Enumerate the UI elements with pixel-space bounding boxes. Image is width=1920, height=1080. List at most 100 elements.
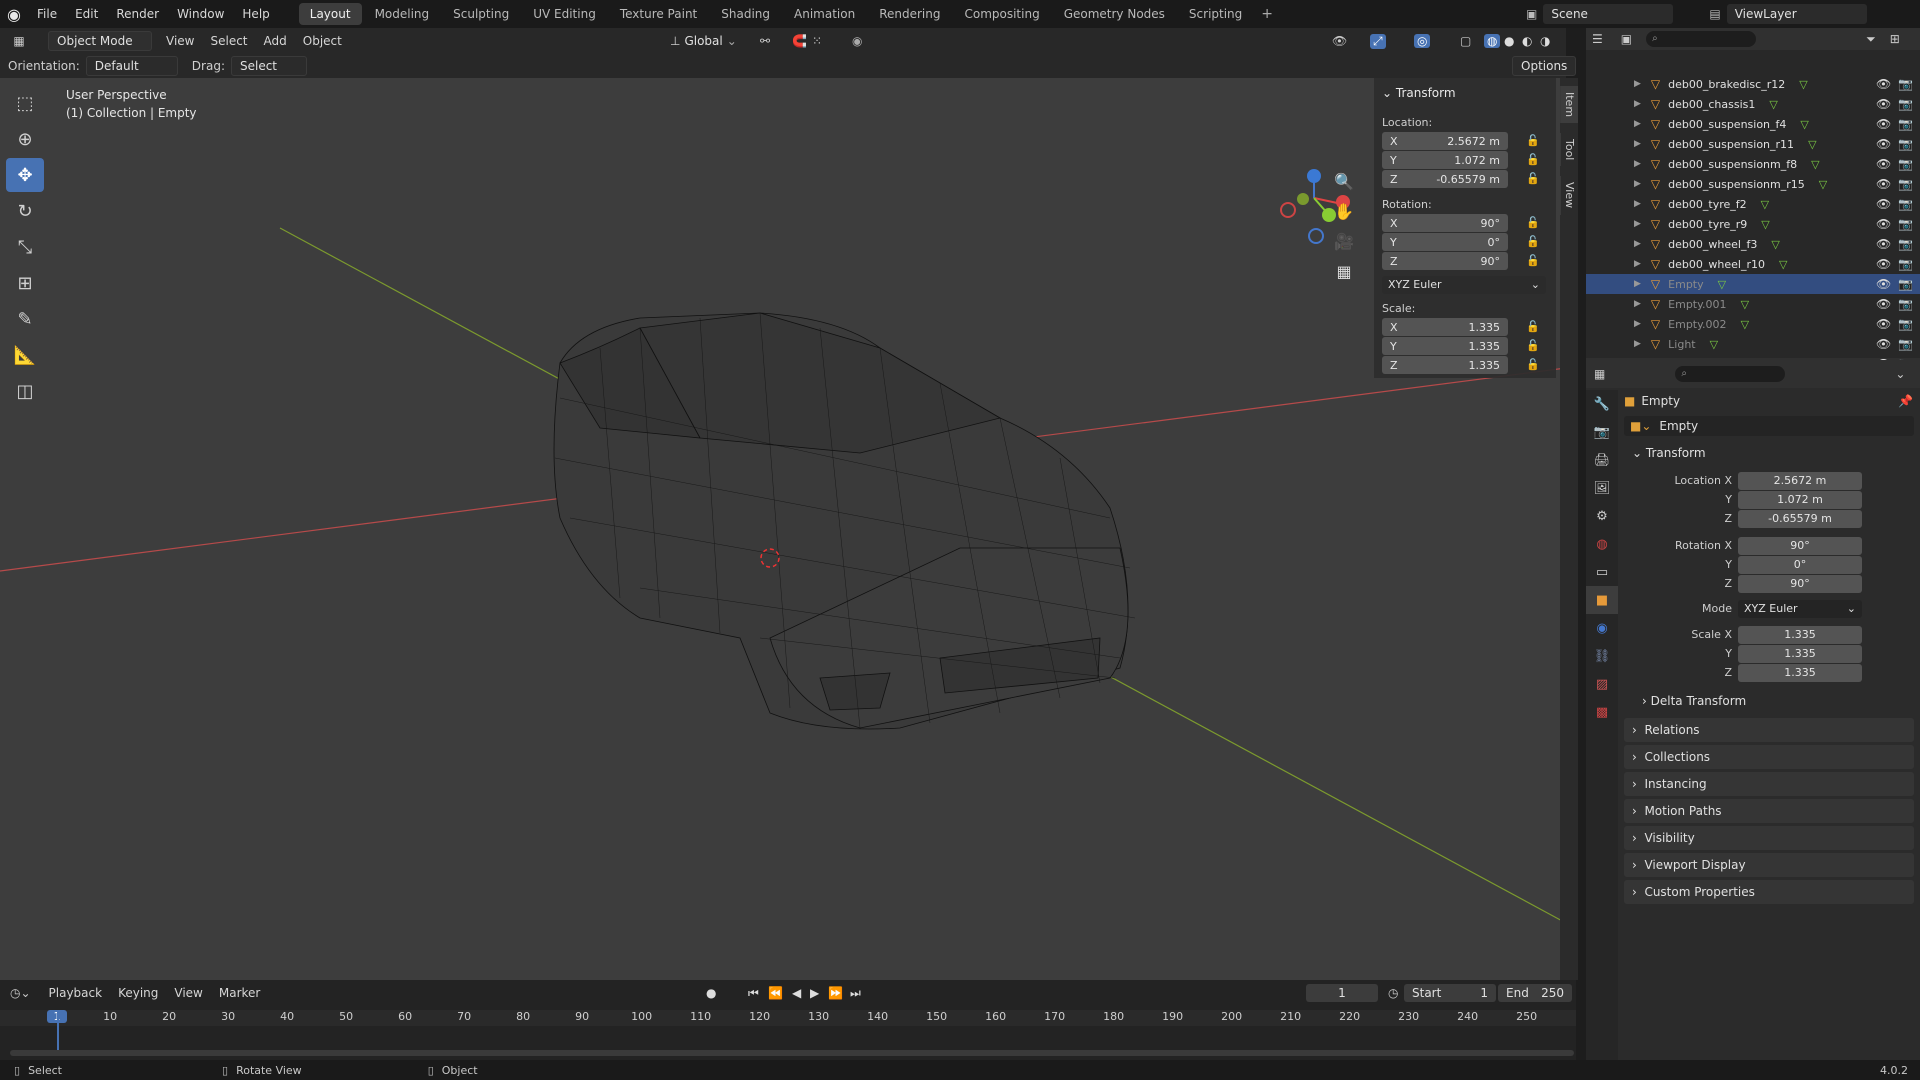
- timeline-scrollbar[interactable]: [10, 1050, 1574, 1056]
- tool-tab-icon[interactable]: 🔧: [1586, 390, 1618, 418]
- outliner-row[interactable]: ▶ ▽ deb00_suspensionm_f8 ▽ 👁 📷: [1586, 154, 1920, 174]
- rotation-z-input[interactable]: 90°: [1738, 575, 1862, 593]
- outliner-item-label[interactable]: deb00_suspensionm_r15: [1668, 178, 1805, 191]
- lock-icon[interactable]: 🔓: [1526, 320, 1540, 333]
- outliner-row[interactable]: ▶ ▽ deb00_tyre_f2 ▽ 👁 📷: [1586, 194, 1920, 214]
- viewlayer-icon[interactable]: ▤: [1709, 7, 1720, 21]
- orientation-dropdown[interactable]: Default: [85, 56, 178, 76]
- mode-dropdown[interactable]: Object Mode: [48, 31, 152, 51]
- section-instancing[interactable]: › Instancing: [1624, 772, 1914, 796]
- outliner-item-label[interactable]: deb00_chassis1: [1668, 98, 1755, 111]
- viewlayer-selector[interactable]: ViewLayer: [1726, 4, 1867, 24]
- xray-toggle-icon[interactable]: ▢: [1460, 34, 1471, 48]
- expand-arrow-icon[interactable]: ▶: [1634, 79, 1641, 89]
- material-shading-icon[interactable]: ◐: [1522, 34, 1532, 48]
- rotation-z-field[interactable]: Z 90°: [1382, 252, 1508, 270]
- location-y-field[interactable]: Y 1.072 m: [1382, 151, 1508, 169]
- eye-icon[interactable]: 👁: [1876, 197, 1891, 211]
- eye-icon[interactable]: 👁: [1876, 297, 1891, 311]
- section-visibility[interactable]: › Visibility: [1624, 826, 1914, 850]
- play-icon[interactable]: ▶: [810, 986, 819, 1000]
- snap-icon[interactable]: 🧲: [792, 34, 807, 48]
- clock-icon[interactable]: ◷: [1388, 986, 1398, 1000]
- rotation-mode-dropdown[interactable]: XYZ Euler ⌄: [1382, 276, 1546, 294]
- section-relations[interactable]: › Relations: [1624, 718, 1914, 742]
- section-collections[interactable]: › Collections: [1624, 745, 1914, 769]
- outliner-item-label[interactable]: deb00_suspensionm_f8: [1668, 158, 1797, 171]
- scale-x-field[interactable]: X 1.335: [1382, 318, 1508, 336]
- tab-modeling[interactable]: Modeling: [364, 3, 441, 25]
- scale-y-input[interactable]: 1.335: [1738, 645, 1862, 663]
- lock-icon[interactable]: 🔓: [1526, 235, 1540, 248]
- jump-prev-key-icon[interactable]: ⏪: [768, 986, 783, 1000]
- output-tab-icon[interactable]: 🖨: [1586, 446, 1618, 474]
- zoom-icon[interactable]: 🔍: [1332, 172, 1356, 202]
- camera-icon[interactable]: 📷: [1898, 337, 1913, 351]
- properties-editor-icon[interactable]: ▦: [1594, 367, 1605, 381]
- expand-arrow-icon[interactable]: ▶: [1634, 279, 1641, 289]
- lock-icon[interactable]: 🔓: [1526, 254, 1540, 267]
- rotation-x-input[interactable]: 90°: [1738, 537, 1862, 555]
- texture-tab-icon[interactable]: ▩: [1586, 698, 1618, 726]
- expand-arrow-icon[interactable]: ▶: [1634, 319, 1641, 329]
- outliner-item-label[interactable]: deb00_suspension_f4: [1668, 118, 1786, 131]
- expand-arrow-icon[interactable]: ▶: [1634, 139, 1641, 149]
- camera-icon[interactable]: 📷: [1898, 277, 1913, 291]
- filter-icon[interactable]: ⏷: [1866, 32, 1876, 47]
- record-icon[interactable]: ●: [706, 986, 716, 1000]
- camera-icon[interactable]: 📷: [1898, 197, 1913, 211]
- select-box-tool-icon[interactable]: ⬚: [6, 86, 44, 120]
- menu-render[interactable]: Render: [107, 0, 168, 28]
- annotate-tool-icon[interactable]: ✎: [6, 302, 44, 336]
- transform-orientation-dropdown[interactable]: ⊥ Global ⌄: [670, 34, 737, 48]
- play-reverse-icon[interactable]: ◀: [792, 986, 801, 1000]
- section-motion-paths[interactable]: › Motion Paths: [1624, 799, 1914, 823]
- location-x-input[interactable]: 2.5672 m: [1738, 472, 1862, 490]
- menu-view[interactable]: View: [158, 31, 202, 51]
- tab-scripting[interactable]: Scripting: [1178, 3, 1253, 25]
- 3d-viewport[interactable]: ⬚ ⊕ ✥ ↻ ⤡ ⊞ ✎ 📐 ◫ User Perspective (1) C…: [0, 78, 1566, 980]
- editor-type-icon[interactable]: ▦: [0, 34, 38, 48]
- tab-tool[interactable]: Tool: [1560, 133, 1578, 167]
- camera-icon[interactable]: 🎥: [1332, 232, 1356, 262]
- move-tool-icon[interactable]: ✥: [6, 158, 44, 192]
- outliner-row[interactable]: ▶ ▽ Empty ▽ 👁 📷: [1586, 274, 1920, 294]
- tab-item[interactable]: Item: [1560, 86, 1578, 124]
- camera-icon[interactable]: 📷: [1898, 177, 1913, 191]
- rotate-tool-icon[interactable]: ↻: [6, 194, 44, 228]
- expand-arrow-icon[interactable]: ▶: [1634, 119, 1641, 129]
- outliner-item-label[interactable]: deb00_tyre_f2: [1668, 198, 1746, 211]
- menu-help[interactable]: Help: [233, 0, 278, 28]
- camera-icon[interactable]: 📷: [1898, 317, 1913, 331]
- menu-object[interactable]: Object: [295, 31, 350, 51]
- section-viewport-display[interactable]: › Viewport Display: [1624, 853, 1914, 877]
- measure-tool-icon[interactable]: 📐: [6, 338, 44, 372]
- start-frame-field[interactable]: Start 1: [1404, 984, 1496, 1002]
- eye-icon[interactable]: 👁: [1876, 237, 1891, 251]
- menu-marker[interactable]: Marker: [211, 983, 268, 1003]
- tab-shading[interactable]: Shading: [710, 3, 781, 25]
- outliner-row[interactable]: ▶ ▽ deb00_wheel_f3 ▽ 👁 📷: [1586, 234, 1920, 254]
- tab-compositing[interactable]: Compositing: [953, 3, 1050, 25]
- camera-icon[interactable]: 📷: [1898, 157, 1913, 171]
- menu-window[interactable]: Window: [168, 0, 233, 28]
- jump-end-icon[interactable]: ⏭: [850, 986, 861, 1001]
- camera-icon[interactable]: 📷: [1898, 217, 1913, 231]
- outliner-item-label[interactable]: deb00_wheel_f3: [1668, 238, 1757, 251]
- outliner-row[interactable]: ▶ ▽ Empty.002 ▽ 👁 📷: [1586, 314, 1920, 334]
- scene-icon[interactable]: ▣: [1526, 7, 1537, 21]
- pan-icon[interactable]: ✋: [1332, 202, 1356, 232]
- pin-icon[interactable]: 📌: [1898, 394, 1913, 408]
- expand-arrow-icon[interactable]: ▶: [1634, 239, 1641, 249]
- expand-arrow-icon[interactable]: ▶: [1634, 299, 1641, 309]
- overlay-toggle-icon[interactable]: ◎: [1414, 34, 1431, 48]
- outliner-item-label[interactable]: deb00_brakedisc_r12: [1668, 78, 1785, 91]
- end-frame-field[interactable]: End 250: [1498, 984, 1572, 1002]
- expand-arrow-icon[interactable]: ▶: [1634, 99, 1641, 109]
- properties-search-input[interactable]: ⌕: [1675, 366, 1786, 382]
- mode-dropdown[interactable]: XYZ Euler ⌄: [1738, 600, 1862, 618]
- camera-icon[interactable]: 📷: [1898, 117, 1913, 131]
- menu-add[interactable]: Add: [256, 31, 295, 51]
- blender-logo-icon[interactable]: ◉: [0, 0, 28, 28]
- gizmo-toggle-icon[interactable]: ⤢: [1370, 33, 1386, 49]
